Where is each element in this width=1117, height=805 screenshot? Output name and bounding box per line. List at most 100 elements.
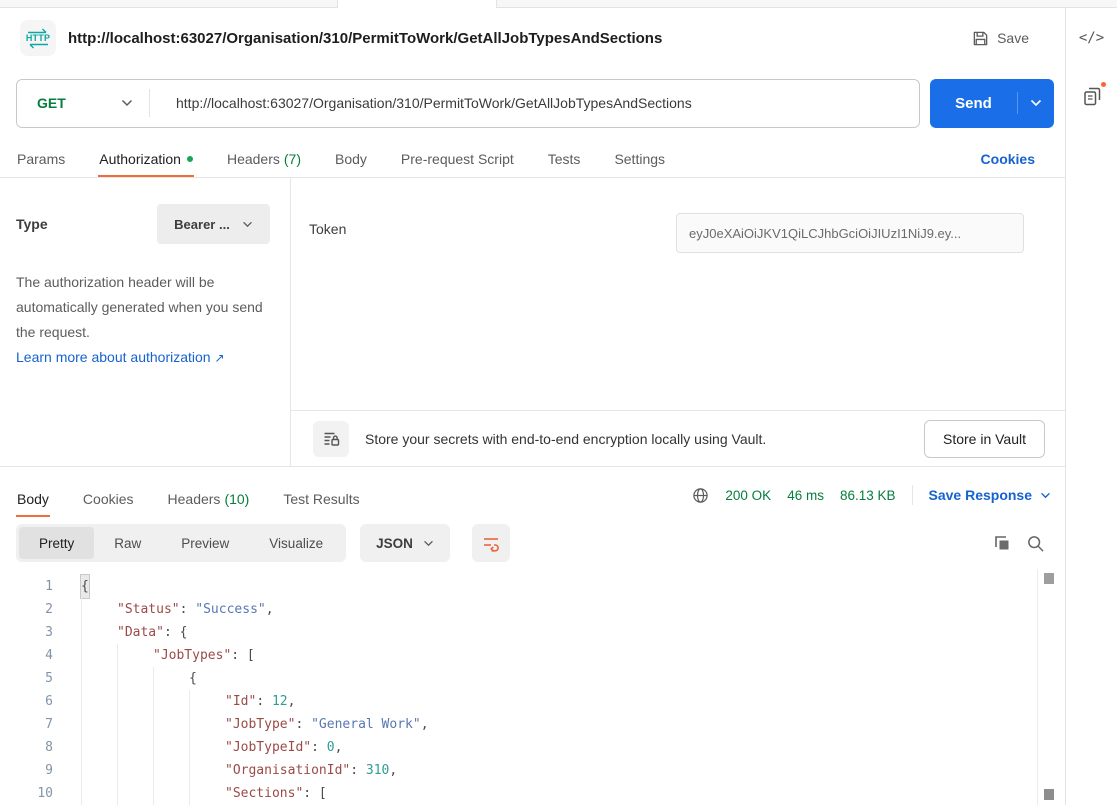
request-header: HTTP http://localhost:63027/Organisation… — [0, 8, 1065, 68]
active-request-tab[interactable] — [337, 0, 497, 8]
mode-preview[interactable]: Preview — [161, 527, 249, 559]
wrap-text-icon — [481, 533, 501, 553]
code-snippet-button[interactable]: </> — [1079, 30, 1104, 46]
auth-type-label: Type — [16, 216, 48, 232]
url-box: GET http://localhost:63027/Organisation/… — [16, 79, 920, 128]
search-icon[interactable] — [1026, 534, 1045, 553]
code-line: 1{ — [0, 575, 1065, 598]
response-toolbar: Pretty Raw Preview Visualize JSON — [0, 517, 1065, 569]
line-number: 4 — [0, 644, 53, 667]
headers-count-badge: (7) — [284, 151, 301, 167]
line-number: 10 — [0, 782, 53, 805]
response-tab-cookies[interactable]: Cookies — [82, 482, 135, 517]
save-icon — [972, 30, 989, 47]
send-options-chevron-icon[interactable] — [1018, 99, 1054, 107]
response-tab-headers[interactable]: Headers(10) — [167, 482, 251, 517]
token-input[interactable]: eyJ0eXAiOiJKV1QiLCJhbGciOiJIUzI1NiJ9.ey.… — [676, 213, 1024, 253]
response-tabs: Body Cookies Headers(10) Test Results — [16, 482, 393, 517]
vault-banner: Store your secrets with end-to-end encry… — [291, 410, 1065, 466]
comments-button[interactable] — [1081, 84, 1103, 108]
chevron-down-icon — [121, 99, 133, 107]
wrap-text-button[interactable] — [472, 524, 510, 562]
response-body-code[interactable]: 1{2"Status": "Success",3"Data": {4"JobTy… — [0, 575, 1065, 805]
auth-help-text: The authorization header will be automat… — [16, 270, 270, 371]
request-panel: HTTP http://localhost:63027/Organisation… — [0, 8, 1065, 805]
clipboard-icon — [1081, 84, 1103, 108]
send-button[interactable]: Send — [930, 79, 1054, 128]
line-number: 1 — [0, 575, 53, 598]
save-response-button[interactable]: Save Response — [929, 487, 1052, 503]
code-line: 4"JobTypes": [ — [0, 644, 1065, 667]
tab-params[interactable]: Params — [16, 142, 66, 177]
response-tab-test-results[interactable]: Test Results — [282, 482, 360, 517]
code-line: 8"JobTypeId": 0, — [0, 736, 1065, 759]
scrollbar-track[interactable] — [1037, 569, 1056, 805]
vault-message: Store your secrets with end-to-end encry… — [365, 431, 766, 447]
line-number: 9 — [0, 759, 53, 782]
code-line: 10"Sections": [ — [0, 782, 1065, 805]
line-number: 5 — [0, 667, 53, 690]
send-label: Send — [930, 95, 1017, 112]
auth-type-panel: Type Bearer ... The authorization header… — [0, 178, 291, 466]
tab-body[interactable]: Body — [334, 142, 368, 177]
code-line: 9"OrganisationId": 310, — [0, 759, 1065, 782]
tab-headers[interactable]: Headers(7) — [226, 142, 302, 177]
status-code: 200 OK — [725, 488, 771, 503]
language-value: JSON — [376, 536, 413, 551]
response-body: 1{2"Status": "Success",3"Data": {4"JobTy… — [0, 569, 1065, 805]
external-link-icon: ↗ — [214, 351, 224, 365]
token-label: Token — [309, 221, 346, 237]
right-sidebar: </> — [1065, 8, 1117, 805]
scrollbar-thumb[interactable] — [1044, 573, 1054, 584]
cookies-link[interactable]: Cookies — [981, 151, 1035, 177]
save-button[interactable]: Save — [972, 30, 1029, 47]
response-actions — [992, 533, 1045, 553]
tab-settings[interactable]: Settings — [613, 142, 666, 177]
notification-dot — [1099, 80, 1108, 89]
response-size: 86.13 KB — [840, 488, 896, 503]
response-header: Body Cookies Headers(10) Test Results 20… — [0, 467, 1065, 517]
vault-icon — [313, 421, 349, 457]
mode-pretty[interactable]: Pretty — [19, 527, 94, 559]
response-meta: 200 OK 46 ms 86.13 KB Save Response — [692, 485, 1051, 517]
line-number: 7 — [0, 713, 53, 736]
auth-type-value: Bearer ... — [174, 217, 230, 232]
response-time: 46 ms — [787, 488, 824, 503]
app-window: HTTP http://localhost:63027/Organisation… — [0, 8, 1117, 805]
mode-raw[interactable]: Raw — [94, 527, 161, 559]
code-line: 2"Status": "Success", — [0, 598, 1065, 621]
view-mode-switch: Pretty Raw Preview Visualize — [16, 524, 346, 562]
auth-type-select[interactable]: Bearer ... — [157, 204, 270, 244]
learn-more-link[interactable]: Learn more about authorization ↗ — [16, 345, 270, 371]
tab-tests[interactable]: Tests — [547, 142, 582, 177]
auth-configured-dot — [187, 156, 193, 162]
method-label: GET — [37, 95, 66, 111]
workspace-tab-strip — [0, 0, 1117, 8]
url-input[interactable]: http://localhost:63027/Organisation/310/… — [150, 95, 692, 111]
line-number: 6 — [0, 690, 53, 713]
line-number: 2 — [0, 598, 53, 621]
scrollbar-thumb-bottom[interactable] — [1044, 789, 1054, 800]
chevron-down-icon — [242, 221, 253, 228]
tab-pre-request-script[interactable]: Pre-request Script — [400, 142, 515, 177]
http-method-icon: HTTP — [20, 20, 56, 56]
tab-authorization[interactable]: Authorization — [98, 142, 194, 177]
chevron-down-icon — [1040, 492, 1051, 499]
mode-visualize[interactable]: Visualize — [249, 527, 343, 559]
copy-icon[interactable] — [992, 533, 1012, 553]
line-number: 8 — [0, 736, 53, 759]
globe-icon — [692, 487, 709, 504]
method-selector[interactable]: GET — [17, 95, 149, 111]
response-headers-count-badge: (10) — [224, 491, 249, 507]
request-tabs: Params Authorization Headers(7) Body Pre… — [0, 140, 1065, 178]
language-select[interactable]: JSON — [360, 524, 450, 562]
request-bar: GET http://localhost:63027/Organisation/… — [0, 68, 1065, 140]
save-label: Save — [997, 30, 1029, 46]
arrow-left-icon — [27, 43, 49, 50]
response-tab-body[interactable]: Body — [16, 482, 50, 517]
code-line: 7"JobType": "General Work", — [0, 713, 1065, 736]
store-in-vault-button[interactable]: Store in Vault — [924, 420, 1045, 458]
code-line: 3"Data": { — [0, 621, 1065, 644]
line-number: 3 — [0, 621, 53, 644]
auth-token-panel: Token eyJ0eXAiOiJKV1QiLCJhbGciOiJIUzI1Ni… — [291, 178, 1065, 466]
